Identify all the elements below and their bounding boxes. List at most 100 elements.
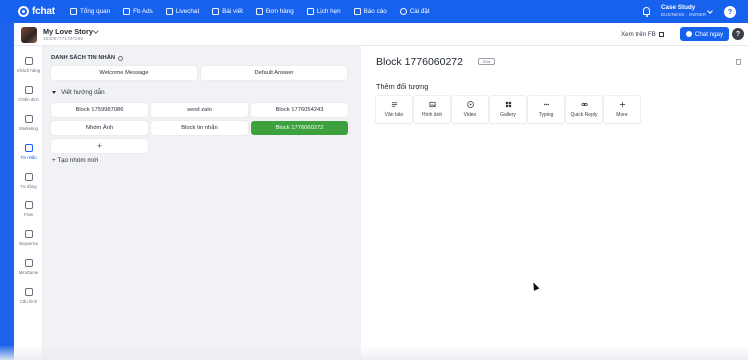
add-typing-button[interactable]: Typing <box>528 96 564 123</box>
tile-label: Gallery <box>500 112 516 118</box>
lightning-icon <box>24 86 33 94</box>
top-navigation-bar: fchat Tổng quan Fb Ads Livechat Bài viết… <box>0 0 748 23</box>
flow-icon <box>24 201 33 209</box>
sidebar-item-customers[interactable]: Khách hàng <box>14 57 43 73</box>
chat-now-button[interactable]: Chat ngay <box>680 27 729 41</box>
chat-icon <box>165 8 173 15</box>
sidebar-item-label: MiniGame <box>18 270 39 275</box>
bell-icon[interactable] <box>643 7 650 17</box>
sidebar-item-label: Tự động <box>20 184 37 189</box>
sidebar-item-label: Tin nhắn <box>20 155 37 160</box>
calendar-icon <box>306 8 314 15</box>
add-text-button[interactable]: Văn bản <box>376 96 412 123</box>
message-block[interactable]: Nhóm Ảnh <box>51 121 148 135</box>
typing-icon <box>543 103 549 106</box>
tile-label: Typing <box>538 112 554 118</box>
nav-item-label: Cài đặt <box>409 8 430 15</box>
sidebar-item-automation[interactable]: Tự động <box>14 173 43 189</box>
edit-name-button[interactable]: Sửa <box>478 58 495 65</box>
add-video-button[interactable]: Video <box>452 96 488 123</box>
trash-icon[interactable] <box>736 59 741 65</box>
sidebar-item-campaigns[interactable]: Chiến dịch <box>14 86 43 102</box>
nav-item-reports[interactable]: Báo cáo <box>353 8 387 15</box>
plus-icon <box>619 101 625 108</box>
nav-item-label: Bài viết <box>222 8 243 15</box>
add-quick-reply-button[interactable]: Quick Reply <box>566 96 602 123</box>
group-header[interactable]: Viết hướng dẫn <box>52 89 105 96</box>
external-link-icon <box>658 32 664 37</box>
sidebar-item-messages[interactable]: Tin nhắn <box>14 144 43 160</box>
message-block[interactable]: Block 1776054243 <box>251 103 348 117</box>
megaphone-icon <box>24 115 33 123</box>
chevron-down-icon[interactable] <box>93 28 99 34</box>
nav-item-label: Tổng quan <box>80 8 111 15</box>
nav-item-label: Báo cáo <box>363 8 387 15</box>
tile-label: Văn bản <box>384 112 404 118</box>
video-icon <box>466 101 474 108</box>
sidebar-item-label: Sequence <box>18 241 39 246</box>
message-block[interactable]: Block tin nhắn <box>151 121 248 135</box>
user-icon <box>24 57 33 65</box>
block-title: Block 1776060272 <box>376 56 463 68</box>
nav-item-orders[interactable]: Đơn hàng <box>255 8 294 15</box>
gamepad-icon <box>24 259 33 267</box>
message-list-panel: DANH SÁCH TIN NHẮN Welcome Message Defau… <box>43 46 361 360</box>
sidebar-item-configuration[interactable]: Cấu hình <box>14 288 43 304</box>
chevron-down-icon[interactable] <box>707 8 713 14</box>
cart-icon <box>255 8 263 15</box>
info-icon[interactable] <box>118 55 124 61</box>
account-menu[interactable]: Case Study BUSINESS - OWNER <box>661 4 706 17</box>
help-button[interactable]: ? <box>732 28 744 40</box>
add-gallery-button[interactable]: Gallery <box>490 96 526 123</box>
main-nav: Tổng quan Fb Ads Livechat Bài viết Đơn h… <box>70 8 443 15</box>
welcome-message-block[interactable]: Welcome Message <box>51 66 197 80</box>
sidebar-item-label: Marketing <box>19 126 38 131</box>
megaphone-icon <box>123 8 131 15</box>
account-avatar[interactable]: ? <box>724 6 736 18</box>
nav-item-livechat[interactable]: Livechat <box>165 8 199 15</box>
message-block[interactable]: send zalo <box>151 103 248 117</box>
message-block-active[interactable]: Block 1776060272 <box>251 121 348 135</box>
sidebar-item-marketing[interactable]: Marketing <box>14 115 43 131</box>
sidebar-item-minigame[interactable]: MiniGame <box>14 259 43 275</box>
sidebar-item-flow[interactable]: Flow <box>14 201 43 217</box>
sidebar-item-label: Flow <box>23 212 34 217</box>
sidebar-item-sequence[interactable]: Sequence <box>14 230 43 246</box>
sidebar-item-label: Khách hàng <box>17 68 40 73</box>
message-icon <box>24 144 33 152</box>
message-list-title-text: DANH SÁCH TIN NHẮN <box>51 55 116 61</box>
gear-icon <box>399 8 407 15</box>
nav-item-posts[interactable]: Bài viết <box>212 8 243 15</box>
fchat-logo[interactable]: fchat <box>18 6 68 17</box>
messenger-icon <box>685 31 692 37</box>
page-avatar <box>21 27 37 43</box>
add-more-button[interactable]: More <box>604 96 640 123</box>
chat-now-label: Chat ngay <box>694 30 724 38</box>
group-name: Viết hướng dẫn <box>61 89 105 96</box>
tile-label: More <box>616 112 628 118</box>
nav-item-label: Fb Ads <box>133 8 153 15</box>
message-block[interactable]: Block 1759987086 <box>51 103 148 117</box>
add-image-button[interactable]: Hình ảnh <box>414 96 450 123</box>
nav-item-fb-ads[interactable]: Fb Ads <box>123 8 153 15</box>
nav-item-label: Đơn hàng <box>265 8 294 15</box>
nav-item-label: Lịch hẹn <box>316 8 341 15</box>
create-new-group-button[interactable]: + Tạo nhóm mới <box>52 157 98 164</box>
sequence-icon <box>24 230 33 238</box>
nav-item-appointments[interactable]: Lịch hẹn <box>306 8 341 15</box>
chart-icon <box>353 8 361 15</box>
caret-down-icon <box>52 91 56 94</box>
view-on-fb-link[interactable]: Xem trên FB <box>621 31 664 38</box>
post-icon <box>212 8 220 15</box>
add-block-button[interactable]: + <box>51 139 148 153</box>
add-object-title: Thêm đối tượng <box>376 82 429 91</box>
brand-name: fchat <box>32 6 55 17</box>
message-list-title: DANH SÁCH TIN NHẮN <box>51 55 124 61</box>
home-icon <box>70 8 77 15</box>
nav-item-overview[interactable]: Tổng quan <box>70 8 110 15</box>
page-name[interactable]: My Love Story <box>43 27 93 36</box>
settings-icon <box>24 288 33 296</box>
default-answer-block[interactable]: Default Answer <box>201 66 347 80</box>
account-role: BUSINESS - OWNER <box>661 12 707 17</box>
nav-item-settings[interactable]: Cài đặt <box>399 8 430 15</box>
